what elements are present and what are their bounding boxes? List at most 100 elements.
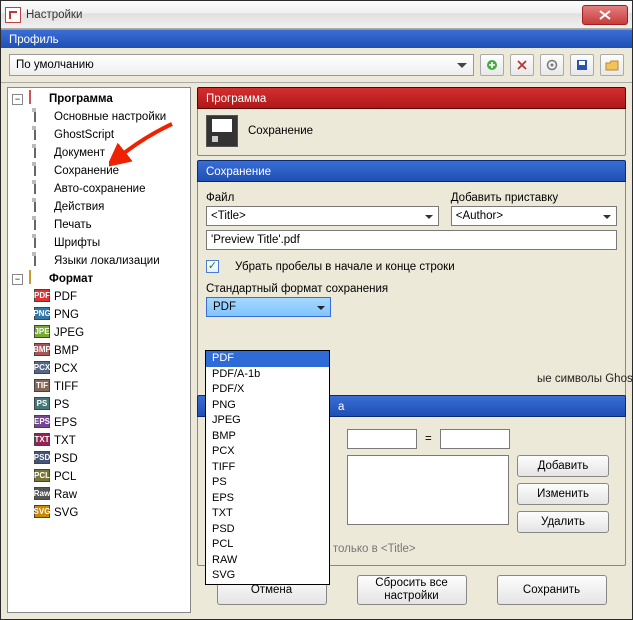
tree-item-format[interactable]: PCLPCL — [32, 468, 188, 486]
subst-from-input[interactable] — [347, 429, 417, 449]
tree-item-program[interactable]: GhostScript — [32, 126, 188, 144]
dropdown-option[interactable]: RAW — [206, 553, 329, 569]
format-badge-icon: TXT — [34, 433, 50, 449]
prefix-label: Добавить приставку — [451, 192, 617, 204]
dropdown-option[interactable]: SVG — [206, 568, 329, 584]
tree-item-format[interactable]: JPEJPEG — [32, 324, 188, 342]
prefix-select[interactable]: <Author> — [451, 206, 617, 226]
file-label: Файл — [206, 192, 439, 204]
tree-item-program[interactable]: Печать — [32, 216, 188, 234]
config-profile-button[interactable] — [540, 54, 564, 76]
format-badge-icon: PCL — [34, 469, 50, 485]
save-button[interactable]: Сохранить — [497, 575, 607, 605]
doc-icon — [34, 217, 50, 233]
doc-icon — [34, 181, 50, 197]
tree-group-format-label: Формат — [49, 273, 93, 285]
tree-item-program[interactable]: Авто-сохранение — [32, 180, 188, 198]
tree-item-program[interactable]: Шрифты — [32, 234, 188, 252]
program-section: Программа Сохранение — [197, 87, 626, 156]
reset-button[interactable]: Сбросить все настройки — [357, 575, 467, 605]
profile-value: По умолчанию — [16, 59, 94, 71]
dropdown-option[interactable]: PCX — [206, 444, 329, 460]
window-title: Настройки — [26, 9, 82, 21]
profile-header-label: Профиль — [9, 34, 59, 46]
dropdown-option[interactable]: PNG — [206, 398, 329, 414]
floppy-icon — [206, 115, 238, 147]
tree-item-format[interactable]: EPSEPS — [32, 414, 188, 432]
dropdown-option[interactable]: PCL — [206, 537, 329, 553]
save-section: Сохранение Файл <Title> Добавить пристав… — [197, 160, 626, 548]
program-icon — [29, 91, 45, 107]
tree-item-program[interactable]: Сохранение — [32, 162, 188, 180]
main-panel: Программа Сохранение Сохранение Файл <Ti… — [197, 87, 626, 613]
tree-item-format[interactable]: TIFTIFF — [32, 378, 188, 396]
format-badge-icon: EPS — [34, 415, 50, 431]
tree-group-format[interactable]: − Формат — [10, 270, 188, 288]
dropdown-option[interactable]: PDF/X — [206, 382, 329, 398]
subst-listbox[interactable] — [347, 455, 509, 525]
subst-to-input[interactable] — [440, 429, 510, 449]
format-icon — [29, 271, 45, 287]
tree-item-program[interactable]: Основные настройки — [32, 108, 188, 126]
collapse-icon[interactable]: − — [12, 94, 23, 105]
add-button[interactable]: Добавить — [517, 455, 609, 477]
delete-button[interactable]: Удалить — [517, 511, 609, 533]
file-input[interactable]: <Title> — [206, 206, 439, 226]
format-badge-icon: Raw — [34, 487, 50, 503]
tree-item-program[interactable]: Документ — [32, 144, 188, 162]
doc-icon — [34, 127, 50, 143]
tree-item-format[interactable]: BMPBMP — [32, 342, 188, 360]
format-badge-icon: JPE — [34, 325, 50, 341]
dropdown-option[interactable]: JPEG — [206, 413, 329, 429]
doc-icon — [34, 163, 50, 179]
format-badge-icon: SVG — [34, 505, 50, 521]
preview-output: 'Preview Title'.pdf — [206, 230, 617, 250]
save-profile-button[interactable] — [570, 54, 594, 76]
dropdown-option[interactable]: PDF/A-1b — [206, 367, 329, 383]
close-button[interactable] — [582, 5, 628, 25]
section-header-program: Программа — [197, 87, 626, 109]
doc-icon — [34, 199, 50, 215]
dropdown-option[interactable]: TIFF — [206, 460, 329, 476]
add-profile-button[interactable] — [480, 54, 504, 76]
edit-button[interactable]: Изменить — [517, 483, 609, 505]
tree-item-format[interactable]: TXTTXT — [32, 432, 188, 450]
tree-item-format[interactable]: PDFPDF — [32, 288, 188, 306]
collapse-icon[interactable]: − — [12, 274, 23, 285]
stdfmt-select[interactable]: PDF — [206, 297, 331, 317]
format-badge-icon: TIF — [34, 379, 50, 395]
dropdown-option[interactable]: PS — [206, 475, 329, 491]
format-badge-icon: PSD — [34, 451, 50, 467]
doc-icon — [34, 109, 50, 125]
section-header-save: Сохранение — [197, 160, 626, 182]
tree-item-format[interactable]: PSPS — [32, 396, 188, 414]
profile-select[interactable]: По умолчанию — [9, 54, 474, 76]
tree-item-program[interactable]: Действия — [32, 198, 188, 216]
open-folder-button[interactable] — [600, 54, 624, 76]
dropdown-option[interactable]: TXT — [206, 506, 329, 522]
dropdown-option[interactable]: PSD — [206, 522, 329, 538]
dropdown-option[interactable]: PDF — [206, 351, 329, 367]
tree-item-format[interactable]: PNGPNG — [32, 306, 188, 324]
format-badge-icon: PS — [34, 397, 50, 413]
tree-item-format[interactable]: PCXPCX — [32, 360, 188, 378]
dropdown-option[interactable]: EPS — [206, 491, 329, 507]
stdfmt-label: Стандартный формат сохранения — [206, 283, 617, 295]
equals-label: = — [425, 433, 432, 445]
remove-profile-button[interactable] — [510, 54, 534, 76]
titlebar: Настройки — [1, 1, 632, 29]
tree-item-format[interactable]: RawRaw — [32, 486, 188, 504]
tree-item-format[interactable]: SVGSVG — [32, 504, 188, 522]
section-subtitle: Сохранение — [248, 125, 313, 137]
ghostscript-note: ые символы Ghostscript в имени файла — [537, 373, 633, 385]
dropdown-option[interactable]: BMP — [206, 429, 329, 445]
tree-item-program[interactable]: Языки локализации — [32, 252, 188, 270]
tree-item-format[interactable]: PSDPSD — [32, 450, 188, 468]
trim-checkbox[interactable]: ✓ — [206, 260, 219, 273]
tree-group-program[interactable]: − Программа — [10, 90, 188, 108]
sidebar-tree[interactable]: − Программа Основные настройкиGhostScrip… — [7, 87, 191, 613]
format-badge-icon: PCX — [34, 361, 50, 377]
profile-row: По умолчанию — [1, 48, 632, 83]
stdfmt-dropdown[interactable]: PDFPDF/A-1bPDF/XPNGJPEGBMPPCXTIFFPSEPSTX… — [205, 350, 330, 585]
app-icon — [5, 7, 21, 23]
